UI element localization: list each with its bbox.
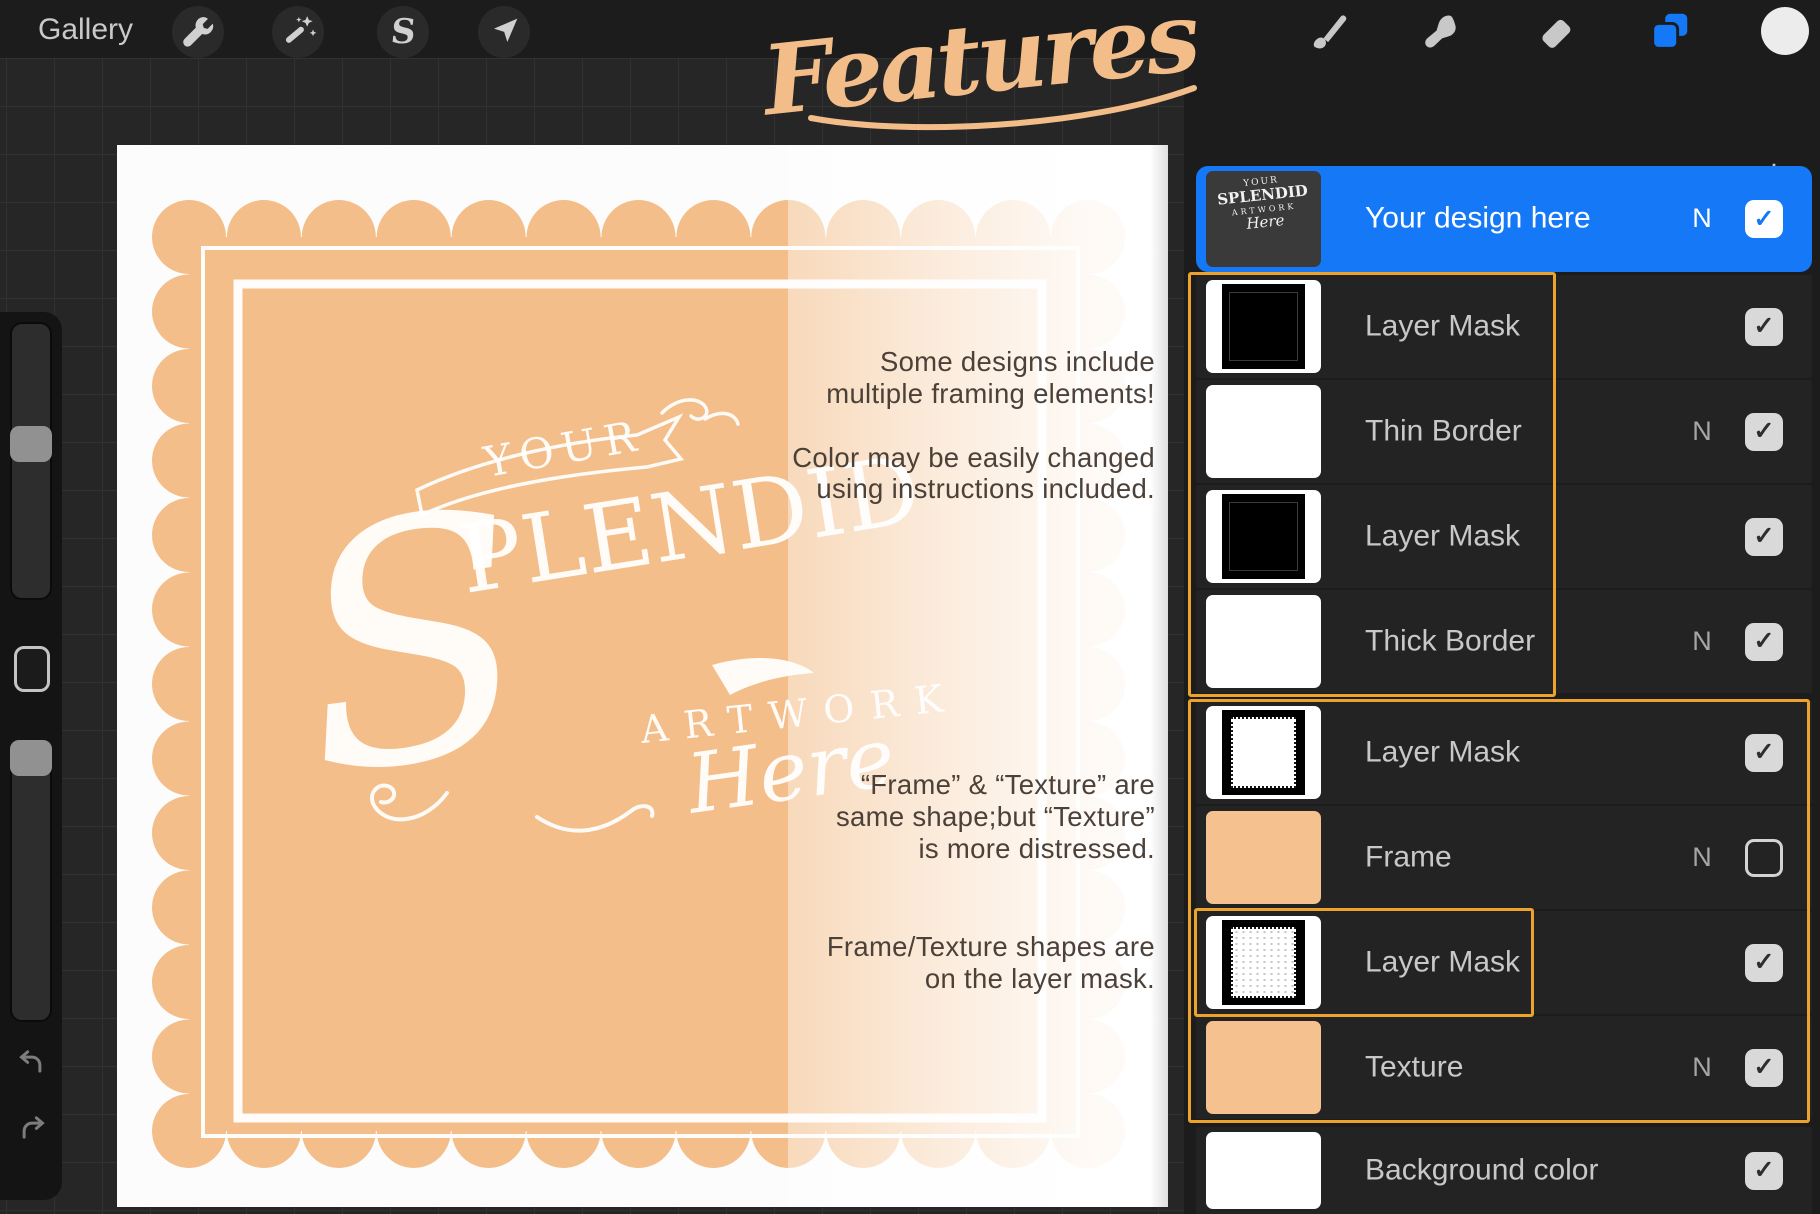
layer-row[interactable]: Layer Mask ✓ [1196,701,1812,804]
blend-mode-badge[interactable]: N [1687,415,1717,446]
eraser-tool-button[interactable] [1529,6,1581,58]
layer-row[interactable]: Texture N ✓ [1196,1016,1812,1119]
adjustments-button[interactable] [272,6,324,58]
brush-tool-button[interactable] [1303,6,1355,58]
redo-icon [11,1139,53,1156]
undo-button[interactable] [11,1044,53,1086]
layer-name: Texture [1365,1050,1463,1084]
white-fade-overlay [788,145,1168,1207]
layer-name: Layer Mask [1365,519,1520,553]
layers-list: YOURSPLENDIDARTWORKHere Your design here… [1196,58,1812,1214]
brush-opacity-handle[interactable] [10,740,52,776]
layer-visibility-checkbox[interactable]: ✓ [1745,623,1783,661]
layer-visibility-checkbox[interactable]: ✓ [1745,839,1783,877]
layer-visibility-checkbox[interactable]: ✓ [1745,308,1783,346]
undo-icon [11,1073,53,1090]
redo-button[interactable] [11,1110,53,1152]
layer-visibility-checkbox[interactable]: ✓ [1745,200,1783,238]
layer-name: Layer Mask [1365,945,1520,979]
layer-row[interactable]: Background color ✓ [1196,1127,1812,1214]
layer-thumbnail[interactable] [1206,385,1321,478]
active-color-swatch[interactable] [1761,7,1809,55]
layer-name: Thin Border [1365,414,1522,448]
layer-visibility-checkbox[interactable]: ✓ [1745,1049,1783,1087]
brush-size-handle[interactable] [10,426,52,462]
layer-name: Frame [1365,840,1452,874]
gallery-button[interactable]: Gallery [38,13,133,47]
transform-arrow-icon [484,12,524,52]
layer-visibility-checkbox[interactable]: ✓ [1745,413,1783,451]
brush-opacity-slider[interactable] [10,740,52,1022]
layer-visibility-checkbox[interactable]: ✓ [1745,518,1783,556]
layer-visibility-checkbox[interactable]: ✓ [1745,1152,1783,1190]
layer-row[interactable]: Frame N ✓ [1196,806,1812,909]
adjustments-wand-icon [278,12,318,52]
layer-thumbnail[interactable]: YOURSPLENDIDARTWORKHere [1206,171,1321,267]
top-toolbar: Gallery S [0,0,1820,58]
layer-thumbnail[interactable] [1206,916,1321,1009]
selection-icon: S [389,12,418,52]
annotation-layer-mask: Frame/Texture shapes are on the layer ma… [827,931,1155,995]
layers-panel: Layers + YOURSPLENDIDARTWORKHere Your de… [1184,58,1820,1214]
layers-panel-button[interactable] [1644,6,1696,58]
layer-name: Layer Mask [1365,735,1520,769]
annotation-color: Color may be easily changed using instru… [792,442,1155,504]
layer-name: Your design here [1365,201,1591,235]
layer-row[interactable]: YOURSPLENDIDARTWORKHere Your design here… [1196,166,1812,272]
layer-name: Thick Border [1365,624,1535,658]
blend-mode-badge[interactable]: N [1687,841,1717,872]
layer-thumbnail[interactable] [1206,280,1321,373]
drawing-canvas[interactable]: YOUR S PLENDID ARTWORK Here [117,145,1168,1207]
layer-thumbnail[interactable] [1206,811,1321,904]
layer-thumbnail[interactable] [1206,490,1321,583]
layer-row[interactable]: Thick Border N ✓ [1196,590,1812,693]
layer-name: Background color [1365,1153,1598,1187]
layer-thumbnail[interactable] [1206,706,1321,799]
smudge-tool-button[interactable] [1414,6,1466,58]
layer-row[interactable]: Layer Mask ✓ [1196,911,1812,1014]
layer-row[interactable]: Layer Mask ✓ [1196,485,1812,588]
layer-thumbnail[interactable] [1206,595,1321,688]
eraser-icon [1533,10,1577,54]
layer-visibility-checkbox[interactable]: ✓ [1745,734,1783,772]
blend-mode-badge[interactable]: N [1687,1051,1717,1082]
layer-visibility-checkbox[interactable]: ✓ [1745,944,1783,982]
wrench-icon [178,12,218,52]
smudge-icon [1418,10,1462,54]
blend-mode-badge[interactable]: N [1687,203,1717,234]
transform-button[interactable] [478,6,530,58]
annotation-frame-texture: “Frame” & “Texture” are same shape;but “… [836,769,1155,865]
procreate-app: YOUR S PLENDID ARTWORK Here Some designs… [0,0,1820,1214]
layer-thumbnail[interactable] [1206,1021,1321,1114]
annotation-framing: Some designs include multiple framing el… [826,346,1155,410]
canvas-edge-shadow [1150,145,1168,1207]
mini-artwork-preview: YOURSPLENDIDARTWORKHere [1206,171,1321,237]
layers-icon [1647,9,1693,55]
blend-mode-badge[interactable]: N [1687,625,1717,656]
layer-row[interactable]: Layer Mask ✓ [1196,275,1812,378]
modify-button[interactable] [14,646,50,692]
actions-button[interactable] [172,6,224,58]
layer-row[interactable]: Thin Border N ✓ [1196,380,1812,483]
layer-thumbnail[interactable] [1206,1132,1321,1209]
layer-name: Layer Mask [1365,309,1520,343]
brush-icon [1307,10,1351,54]
selection-button[interactable]: S [377,6,429,58]
